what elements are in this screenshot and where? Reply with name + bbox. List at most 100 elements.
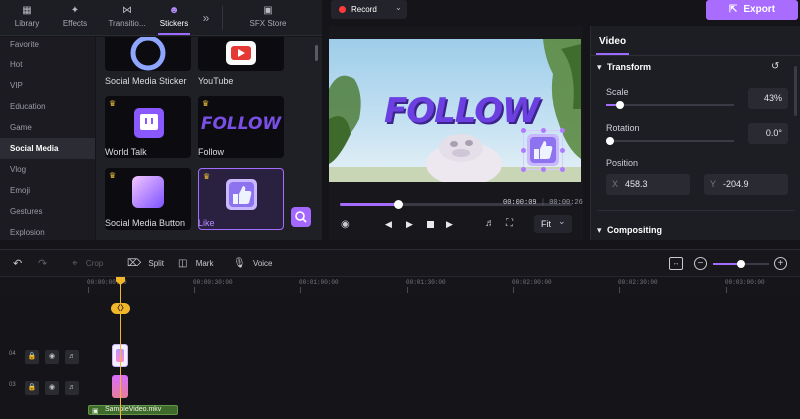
category-item-emoji[interactable]: Emoji: [0, 180, 95, 201]
crown-icon: ♛: [109, 99, 117, 108]
properties-scrollbar[interactable]: [794, 66, 797, 116]
position-x-field[interactable]: X 458.3: [606, 174, 690, 195]
playhead[interactable]: [120, 280, 121, 419]
position-y-field[interactable]: Y -204.9: [704, 174, 788, 195]
position-label: Position: [606, 158, 639, 168]
resize-handle[interactable]: [541, 167, 546, 172]
sticker-label: YouTube: [198, 76, 234, 86]
resize-handle[interactable]: [560, 128, 565, 133]
tab-stickers[interactable]: ☻ Stickers: [152, 0, 196, 36]
category-item-favorite[interactable]: Favorite: [0, 37, 95, 54]
compositing-section-title[interactable]: Compositing: [607, 225, 662, 235]
zoom-out-icon[interactable]: −: [694, 257, 707, 270]
ruler-tick-label: 00:03:00:00: [725, 279, 765, 286]
eye-icon[interactable]: ◉: [45, 350, 59, 364]
export-button[interactable]: ⇱ Export: [706, 0, 798, 20]
crop-button[interactable]: ⌖ Crop: [72, 250, 103, 278]
properties-panel: Video ▾ Transform ↺ Scale 43% Rotation 0…: [590, 26, 800, 240]
selected-sticker[interactable]: [521, 128, 565, 172]
resize-handle[interactable]: [560, 148, 565, 153]
split-icon: ⌦: [127, 258, 142, 269]
tab-video[interactable]: Video: [599, 36, 626, 47]
zoom-in-icon[interactable]: +: [774, 257, 787, 270]
tab-sfx-store[interactable]: ▣ SFX Store: [240, 0, 296, 36]
zoom-slider[interactable]: [713, 260, 769, 268]
search-button[interactable]: [291, 207, 311, 227]
split-button[interactable]: ⌦ Split: [127, 250, 164, 278]
layers-icon: ▦: [22, 5, 32, 16]
undo-icon[interactable]: ↶: [13, 250, 22, 278]
divider: [591, 55, 800, 56]
scale-slider-knob[interactable]: [616, 101, 624, 109]
tab-effects[interactable]: ✦ Effects: [53, 0, 97, 36]
stop-icon[interactable]: [427, 221, 434, 228]
ruler-tick-label: 00:02:00:00: [512, 279, 552, 286]
category-item-vlog[interactable]: Vlog: [0, 159, 95, 180]
sticker-youtube[interactable]: [198, 37, 284, 71]
mark-button[interactable]: ◫ Mark: [178, 250, 213, 278]
rotation-label: Rotation: [606, 123, 640, 133]
resize-handle[interactable]: [521, 128, 526, 133]
rotation-field[interactable]: 0.0°: [748, 123, 788, 144]
category-item-social-media[interactable]: Social Media: [0, 138, 95, 159]
sticker-social-media-sticker[interactable]: [105, 37, 191, 71]
fit-timeline-icon[interactable]: ↔: [669, 257, 683, 270]
volume-icon[interactable]: ♬: [485, 218, 495, 229]
video-clip[interactable]: ▣ SampleVideo.mkv: [88, 405, 178, 415]
collapse-triangle-icon[interactable]: ▾: [597, 62, 602, 73]
eye-icon[interactable]: ◉: [45, 381, 59, 395]
sticker-label: Like: [198, 218, 215, 228]
total-time: 00:00:26: [549, 199, 583, 207]
scale-slider[interactable]: [606, 101, 734, 109]
ruler-tick: [513, 287, 514, 293]
follow-overlay-text: FOLLOW: [384, 91, 540, 131]
speaker-icon[interactable]: ♬: [65, 381, 79, 395]
tab-divider: [222, 6, 223, 30]
sticker-label: Social Media Sticker: [105, 76, 187, 86]
prev-frame-icon[interactable]: ◀: [385, 219, 392, 230]
speaker-icon[interactable]: ♬: [65, 350, 79, 364]
library-tab-bar: ▦ Library ✦ Effects ⋈ Transitio... ☻ Sti…: [0, 0, 322, 36]
voice-button[interactable]: 🎙 Voice: [233, 250, 273, 278]
resize-handle[interactable]: [521, 148, 526, 153]
lock-icon[interactable]: 🔒: [25, 381, 39, 395]
video-canvas[interactable]: FOLLOW: [329, 39, 581, 182]
resize-handle[interactable]: [521, 167, 526, 172]
track-controls-03: 03 🔒 ◉ ♬: [0, 377, 88, 399]
progress-knob[interactable]: [394, 200, 403, 209]
category-item-game[interactable]: Game: [0, 117, 95, 138]
lock-icon[interactable]: 🔒: [25, 350, 39, 364]
category-item-hot[interactable]: Hot: [0, 54, 95, 75]
scale-field[interactable]: 43%: [748, 88, 788, 109]
snapshot-icon[interactable]: ◉: [341, 219, 350, 230]
ruler-tick: [407, 287, 408, 293]
redo-icon[interactable]: ↷: [38, 250, 47, 278]
follow-sticker-art: FOLLOW: [200, 114, 282, 134]
category-item-gestures[interactable]: Gestures: [0, 201, 95, 222]
split-marker-icon[interactable]: 〈〉: [111, 303, 130, 314]
category-item-explosion[interactable]: Explosion: [0, 222, 95, 240]
sticker-scrollbar[interactable]: [315, 45, 318, 61]
zoom-slider-knob[interactable]: [737, 260, 745, 268]
rotation-slider-knob[interactable]: [606, 137, 614, 145]
resize-handle[interactable]: [541, 128, 546, 133]
export-icon: ⇱: [728, 4, 738, 15]
transform-section-title[interactable]: Transform: [607, 62, 651, 72]
more-tabs-button[interactable]: »: [196, 0, 216, 36]
tab-library[interactable]: ▦ Library: [5, 0, 49, 36]
rotation-slider[interactable]: [606, 137, 734, 145]
reset-icon[interactable]: ↺: [771, 61, 779, 72]
sticker-label: Social Media Button: [105, 218, 186, 228]
play-icon[interactable]: ▶: [406, 219, 413, 230]
category-item-education[interactable]: Education: [0, 96, 95, 117]
fit-dropdown[interactable]: Fit ⌄: [534, 215, 572, 233]
next-frame-icon[interactable]: ▶: [446, 219, 453, 230]
ring-icon: [130, 37, 166, 71]
fullscreen-icon[interactable]: ⛶: [506, 218, 513, 229]
tab-transitions[interactable]: ⋈ Transitio...: [103, 0, 151, 36]
record-dropdown[interactable]: Record ⌄: [331, 0, 407, 19]
category-item-vip[interactable]: VIP: [0, 75, 95, 96]
timeline-toolbar: ↶ ↷ ⌖ Crop ⌦ Split ◫ Mark 🎙 Voice ↔ − +: [0, 249, 800, 277]
resize-handle[interactable]: [560, 167, 565, 172]
collapse-triangle-icon[interactable]: ▾: [597, 225, 602, 236]
